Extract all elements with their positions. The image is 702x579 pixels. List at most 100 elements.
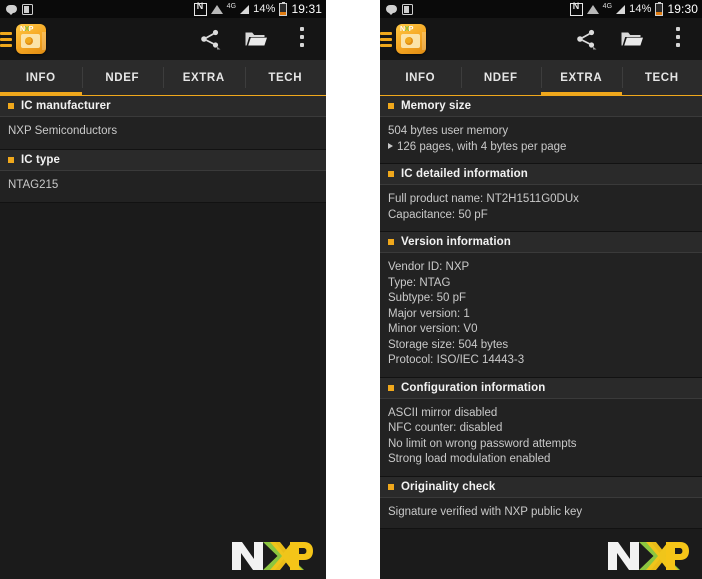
screenshot-stage: N 4G 14% 19:31 NXP <box>0 0 702 579</box>
info-line: 504 bytes user memory <box>388 124 694 140</box>
info-line: NXP Semiconductors <box>8 124 318 140</box>
section-title-version-information: Version information <box>401 236 511 248</box>
info-line: Type: NTAG <box>388 276 694 292</box>
phone-screen-right: N 4G 14% 19:30 NXP <box>380 0 702 579</box>
drawer-handle-icon[interactable] <box>380 28 392 50</box>
network-type-label: 4G <box>227 3 237 10</box>
tab-info[interactable]: INFO <box>0 60 82 95</box>
battery-percent-label: 14% <box>629 3 651 15</box>
section-body-ic-manufacturer: NXP Semiconductors <box>0 117 326 150</box>
section-body-version-information: Vendor ID: NXP Type: NTAG Subtype: 50 pF… <box>380 253 702 378</box>
tab-ndef[interactable]: NDEF <box>461 60 542 95</box>
section-body-originality-check: Signature verified with NXP public key <box>380 498 702 530</box>
tab-bar-right: INFO NDEF EXTRA TECH <box>380 60 702 96</box>
tab-tech-label: TECH <box>645 72 679 84</box>
screenshot-icon <box>402 4 413 15</box>
app-bar-actions-right <box>574 27 702 51</box>
section-header-ic-manufacturer: IC manufacturer <box>0 96 326 117</box>
section-header-memory-size: Memory size <box>380 96 702 117</box>
drawer-handle-icon[interactable] <box>0 28 12 50</box>
tab-info-label: INFO <box>405 72 435 84</box>
section-body-memory-size: 504 bytes user memory 126 pages, with 4 … <box>380 117 702 164</box>
tab-content-left[interactable]: IC manufacturer NXP Semiconductors IC ty… <box>0 96 326 579</box>
section-header-ic-type: IC type <box>0 150 326 171</box>
nxp-watermark-logo-left <box>230 539 314 573</box>
info-line-text: 126 pages, with 4 bytes per page <box>397 141 566 153</box>
info-line: Vendor ID: NXP <box>388 260 694 276</box>
app-logo-edge <box>422 32 426 50</box>
tab-extra-label: EXTRA <box>183 72 225 84</box>
signal-bars-icon <box>616 5 625 14</box>
section-bullet-icon <box>388 103 394 109</box>
clock-label: 19:31 <box>291 2 322 16</box>
tab-ndef[interactable]: NDEF <box>82 60 164 95</box>
wifi-icon <box>211 5 223 14</box>
section-title-memory-size: Memory size <box>401 100 471 112</box>
section-header-version-information: Version information <box>380 232 702 253</box>
info-line: ASCII mirror disabled <box>388 406 694 422</box>
status-bar-right-icons: N 4G 14% 19:31 <box>194 2 322 16</box>
section-bullet-icon <box>8 103 14 109</box>
nfc-icon-glyph: N <box>197 1 204 11</box>
wifi-icon <box>587 5 599 14</box>
section-body-ic-type: NTAG215 <box>0 171 326 204</box>
info-line: Strong load modulation enabled <box>388 452 694 468</box>
status-bar-left: N 4G 14% 19:31 <box>0 0 326 18</box>
battery-icon <box>655 3 663 16</box>
battery-icon <box>279 3 287 16</box>
section-title-originality-check: Originality check <box>401 481 495 493</box>
tab-extra[interactable]: EXTRA <box>163 60 245 95</box>
section-title-ic-type: IC type <box>21 154 60 166</box>
app-bar-actions-left <box>198 27 326 51</box>
info-line: Capacitance: 50 pF <box>388 208 694 224</box>
section-body-ic-detailed-information: Full product name: NT2H1511G0DUx Capacit… <box>380 185 702 232</box>
section-title-ic-manufacturer: IC manufacturer <box>21 100 111 112</box>
battery-percent-label: 14% <box>253 3 275 15</box>
app-logo-tag-shape <box>401 34 420 48</box>
folder-icon[interactable] <box>244 27 268 51</box>
section-bullet-icon <box>388 239 394 245</box>
screenshot-icon <box>22 4 33 15</box>
app-logo-icon[interactable]: NXP <box>396 24 426 54</box>
tab-tech[interactable]: TECH <box>622 60 702 95</box>
phone-screen-left: N 4G 14% 19:31 NXP <box>0 0 326 579</box>
section-header-originality-check: Originality check <box>380 477 702 498</box>
tab-ndef-label: NDEF <box>105 72 139 84</box>
tab-tech[interactable]: TECH <box>245 60 327 95</box>
share-icon[interactable] <box>198 27 222 51</box>
signal-bars-icon <box>240 5 249 14</box>
tab-info[interactable]: INFO <box>380 60 461 95</box>
info-line-expandable[interactable]: 126 pages, with 4 bytes per page <box>388 140 694 156</box>
tab-content-right[interactable]: Memory size 504 bytes user memory 126 pa… <box>380 96 702 579</box>
app-logo-nxp-text: NXP <box>400 26 413 33</box>
app-logo-icon[interactable]: NXP <box>16 24 46 54</box>
section-bullet-icon <box>388 171 394 177</box>
overflow-menu-icon[interactable] <box>290 27 314 51</box>
section-header-ic-detailed-information: IC detailed information <box>380 164 702 185</box>
overflow-menu-icon[interactable] <box>666 27 690 51</box>
section-body-configuration-information: ASCII mirror disabled NFC counter: disab… <box>380 399 702 477</box>
app-bar-left: NXP <box>0 18 326 60</box>
section-title-ic-detailed-information: IC detailed information <box>401 168 528 180</box>
info-line: Major version: 1 <box>388 307 694 323</box>
status-bar-right-icons: N 4G 14% 19:30 <box>570 2 698 16</box>
share-icon[interactable] <box>574 27 598 51</box>
info-line: Signature verified with NXP public key <box>388 505 694 521</box>
tab-info-label: INFO <box>26 72 56 84</box>
message-icon <box>6 5 17 13</box>
tab-tech-label: TECH <box>268 72 302 84</box>
status-bar-right: N 4G 14% 19:30 <box>380 0 702 18</box>
nfc-icon-glyph: N <box>573 1 580 11</box>
section-bullet-icon <box>8 157 14 163</box>
expand-caret-icon <box>388 143 393 149</box>
folder-icon[interactable] <box>620 27 644 51</box>
tab-extra[interactable]: EXTRA <box>541 60 622 95</box>
section-title-configuration-information: Configuration information <box>401 382 545 394</box>
section-bullet-icon <box>388 385 394 391</box>
nfc-icon: N <box>570 3 583 16</box>
panel-divider <box>326 0 380 579</box>
app-bar-right: NXP <box>380 18 702 60</box>
info-line: Storage size: 504 bytes <box>388 338 694 354</box>
tab-extra-label: EXTRA <box>560 72 602 84</box>
status-bar-left-icons <box>386 4 413 15</box>
